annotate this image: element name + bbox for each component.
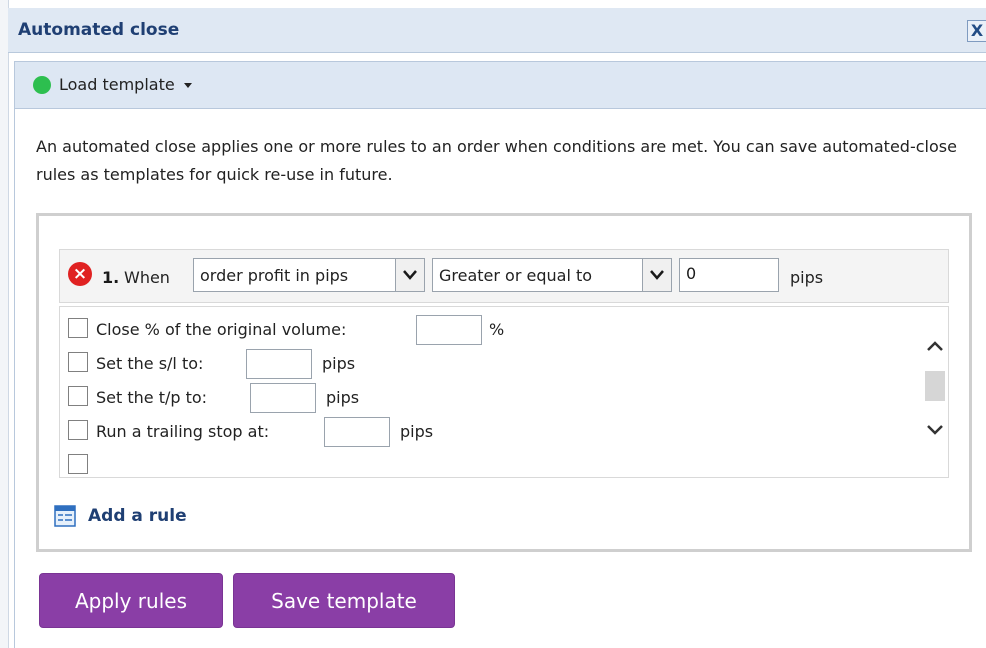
close-percent-input[interactable] [416, 315, 482, 345]
option-row: Set the s/l to: pips [68, 349, 568, 379]
option-row [68, 451, 128, 477]
option-label: Set the s/l to: [96, 354, 204, 373]
option-unit: % [489, 320, 505, 339]
scroll-down-icon[interactable] [926, 423, 944, 437]
option-row: Close % of the original volume: % [68, 315, 568, 345]
operator-value: Greater or equal to [439, 266, 593, 285]
add-rule-icon [54, 505, 76, 527]
close-percent-checkbox[interactable] [68, 318, 88, 338]
option-label: Run a trailing stop at: [96, 422, 270, 441]
trailing-stop-checkbox[interactable] [68, 420, 88, 440]
option-label: Close % of the original volume: [96, 320, 347, 339]
caret-down-icon [183, 83, 192, 88]
option-row: Set the t/p to: pips [68, 383, 568, 413]
left-edge [0, 0, 9, 648]
set-sl-input[interactable] [246, 349, 312, 379]
chevron-down-icon [395, 259, 424, 291]
rule-when-label: When [124, 268, 170, 287]
rules-box: × 1. When order profit in pips Greater o… [36, 213, 972, 552]
apply-rules-button[interactable]: Apply rules [39, 573, 223, 628]
window-title: Automated close [18, 20, 180, 40]
set-tp-checkbox[interactable] [68, 386, 88, 406]
rule-header: × 1. When order profit in pips Greater o… [59, 249, 949, 303]
close-button[interactable]: X [967, 20, 986, 42]
rule-options: Close % of the original volume: % Set th… [59, 306, 949, 478]
add-rule-label: Add a rule [88, 506, 187, 526]
option-unit: pips [326, 388, 360, 407]
option-label: Set the t/p to: [96, 388, 208, 407]
option-row: Run a trailing stop at: pips [68, 417, 568, 447]
options-scrollbar[interactable] [922, 307, 948, 477]
threshold-unit: pips [790, 268, 824, 287]
title-bar: Automated close X [8, 8, 986, 53]
status-dot-icon [33, 76, 51, 94]
set-tp-input[interactable] [250, 383, 316, 413]
scroll-up-icon[interactable] [926, 339, 944, 353]
option-unit: pips [322, 354, 356, 373]
operator-select[interactable]: Greater or equal to [432, 258, 672, 292]
option-unit: pips [400, 422, 434, 441]
load-template-dropdown[interactable]: Load template [59, 75, 192, 94]
chevron-down-icon [642, 259, 671, 291]
scroll-thumb[interactable] [925, 371, 945, 401]
rule-number: 1. [102, 268, 120, 287]
save-template-button[interactable]: Save template [233, 573, 455, 628]
template-toolbar: Load template [14, 61, 986, 109]
option-checkbox[interactable] [68, 454, 88, 474]
trailing-stop-input[interactable] [324, 417, 390, 447]
set-sl-checkbox[interactable] [68, 352, 88, 372]
threshold-input[interactable]: 0 [679, 258, 779, 292]
condition-select[interactable]: order profit in pips [193, 258, 425, 292]
delete-rule-icon[interactable]: × [68, 262, 92, 286]
load-template-label: Load template [59, 75, 175, 94]
intro-text: An automated close applies one or more r… [36, 137, 957, 184]
condition-value: order profit in pips [200, 266, 349, 285]
